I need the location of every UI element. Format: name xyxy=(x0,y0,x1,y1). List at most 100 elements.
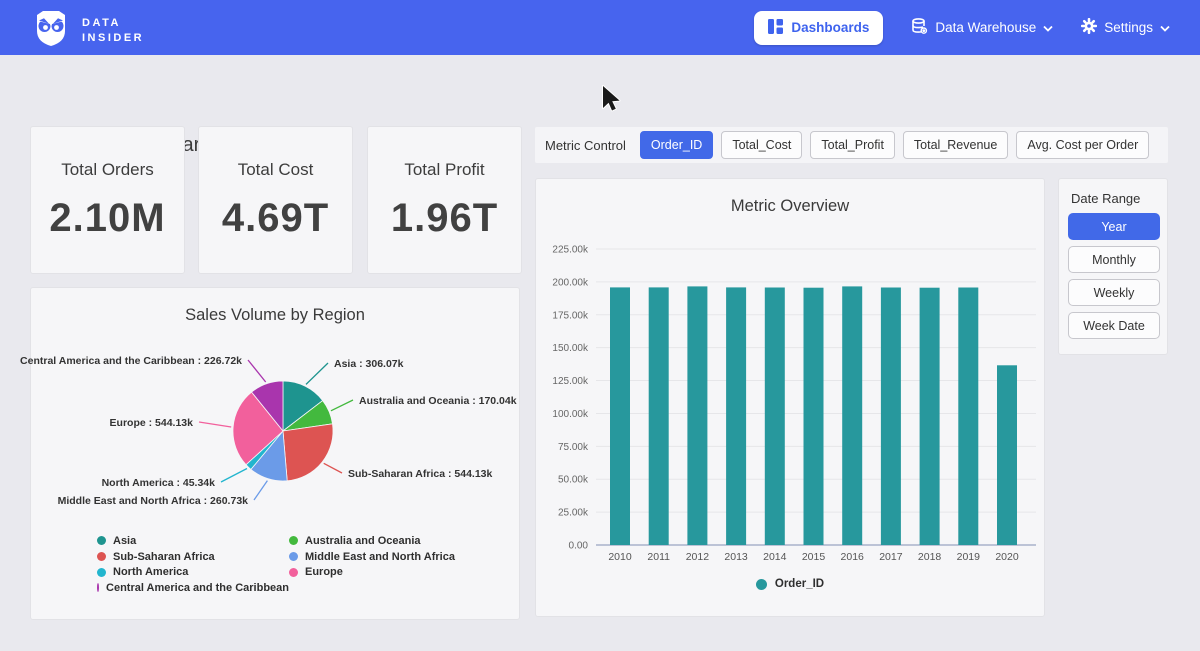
metric-chip-total-revenue[interactable]: Total_Revenue xyxy=(903,131,1008,159)
dashboards-icon xyxy=(768,19,783,37)
bar-2010[interactable] xyxy=(610,287,630,545)
page-header: Sales Dashboard Add Filter Boost: Off xyxy=(0,55,1200,120)
pie-chart-title: Sales Volume by Region xyxy=(31,288,519,325)
metric-chip-avg-cost-per-order[interactable]: Avg. Cost per Order xyxy=(1016,131,1149,159)
legend-dot xyxy=(97,568,106,577)
metric-chip-total-profit[interactable]: Total_Profit xyxy=(810,131,895,159)
bar-2013[interactable] xyxy=(726,287,746,545)
navbar-menu: Dashboards Data Warehouse xyxy=(754,0,1170,55)
date-range-label: Date Range xyxy=(1071,191,1140,206)
pie-chart: Asia : 306.07k Australia and Oceania : 17… xyxy=(31,336,519,534)
settings-gear-icon xyxy=(1081,18,1097,37)
y-axis-tick: 175.00k xyxy=(552,310,589,321)
date-range-panel: Date Range Year Monthly Weekly Week Date xyxy=(1058,178,1168,355)
nav-dashboards-button[interactable]: Dashboards xyxy=(754,11,883,45)
bar-2020[interactable] xyxy=(997,365,1017,545)
metric-control-bar: Metric Control Order_ID Total_Cost Total… xyxy=(535,127,1168,163)
date-range-week-date-button[interactable]: Week Date xyxy=(1068,312,1160,339)
metric-chip-order-id[interactable]: Order_ID xyxy=(640,131,713,159)
pie-legend-column-2: Australia and Oceania Middle East and Nor… xyxy=(289,533,455,596)
kpi-label: Total Orders xyxy=(61,160,154,180)
legend-label: North America xyxy=(113,566,188,578)
x-axis-tick: 2018 xyxy=(918,551,942,563)
pie-label-connector xyxy=(306,363,328,384)
kpi-card-total-profit: Total Profit 1.96T xyxy=(367,126,522,274)
pie-slice-label: Sub-Saharan Africa : 544.13k xyxy=(348,468,492,480)
nav-data-warehouse-button[interactable]: Data Warehouse xyxy=(911,18,1053,38)
pie-legend: Asia Sub-Saharan Africa North America Centr… xyxy=(97,533,455,596)
x-axis-tick: 2010 xyxy=(608,551,632,563)
x-axis-tick: 2012 xyxy=(686,551,710,563)
brand[interactable]: DATA INSIDER xyxy=(30,7,144,54)
legend-label: Sub-Saharan Africa xyxy=(113,551,215,563)
bar-2019[interactable] xyxy=(958,288,978,546)
bar-2011[interactable] xyxy=(649,287,669,545)
legend-dot xyxy=(97,583,99,592)
bar-2018[interactable] xyxy=(920,288,940,545)
pie-legend-item-europe[interactable]: Europe xyxy=(289,564,455,580)
date-range-weekly-button[interactable]: Weekly xyxy=(1068,279,1160,306)
pie-label-connector xyxy=(324,463,342,473)
y-axis-tick: 100.00k xyxy=(552,409,589,420)
pie-legend-item-sub-saharan-africa[interactable]: Sub-Saharan Africa xyxy=(97,549,289,565)
bar-2017[interactable] xyxy=(881,288,901,546)
y-axis-tick: 125.00k xyxy=(552,376,589,387)
bar-legend-label: Order_ID xyxy=(775,578,824,590)
pie-label-connector xyxy=(199,422,231,427)
y-axis-tick: 75.00k xyxy=(558,442,589,453)
owl-logo-icon xyxy=(30,7,72,54)
chevron-down-icon xyxy=(1043,20,1053,35)
y-axis-tick: 50.00k xyxy=(558,475,589,486)
sales-dashboard-app: DATA INSIDER Dashboards xyxy=(0,0,1200,651)
kpi-value: 2.10M xyxy=(49,196,165,241)
bar-2012[interactable] xyxy=(687,286,707,545)
pie-slice-label: Australia and Oceania : 170.04k xyxy=(359,395,517,407)
pie-legend-item-middle-east-and-north-africa[interactable]: Middle East and North Africa xyxy=(289,549,455,565)
pie-legend-item-north-america[interactable]: North America xyxy=(97,564,289,580)
data-warehouse-icon xyxy=(911,18,928,38)
bar-2016[interactable] xyxy=(842,286,862,545)
pie-legend-item-australia-and-oceania[interactable]: Australia and Oceania xyxy=(289,533,455,549)
x-axis-tick: 2011 xyxy=(647,551,670,563)
nav-settings-button[interactable]: Settings xyxy=(1081,18,1170,37)
brand-text: DATA INSIDER xyxy=(82,16,144,46)
pie-label-connector xyxy=(254,481,267,500)
y-axis-tick: 225.00k xyxy=(552,245,589,256)
kpi-value: 4.69T xyxy=(222,196,329,241)
pie-legend-item-central-america-and-the-caribbean[interactable]: Central America and the Caribbean xyxy=(97,580,289,596)
top-navbar: DATA INSIDER Dashboards xyxy=(0,0,1200,55)
pie-legend-item-asia[interactable]: Asia xyxy=(97,533,289,549)
pie-slice-label: Asia : 306.07k xyxy=(334,358,404,370)
pie-slice-label: Middle East and North Africa : 260.73k xyxy=(58,495,249,507)
legend-dot xyxy=(97,552,106,561)
legend-dot xyxy=(97,536,106,545)
pie-slice-label: North America : 45.34k xyxy=(102,477,216,489)
kpi-card-total-orders: Total Orders 2.10M xyxy=(30,126,185,274)
pie-slice-label: Central America and the Caribbean : 226.… xyxy=(20,355,242,367)
kpi-label: Total Cost xyxy=(238,160,314,180)
y-axis-tick: 25.00k xyxy=(558,508,589,519)
legend-label: Asia xyxy=(113,535,136,547)
date-range-year-button[interactable]: Year xyxy=(1068,213,1160,240)
legend-label: Central America and the Caribbean xyxy=(106,582,289,594)
pie-label-connector xyxy=(221,469,247,483)
x-axis-tick: 2013 xyxy=(724,551,748,563)
x-axis-tick: 2016 xyxy=(841,551,865,563)
x-axis-tick: 2015 xyxy=(802,551,826,563)
pie-slice-sub-saharan-africa[interactable] xyxy=(283,424,333,481)
bar-legend-dot xyxy=(756,579,767,590)
pie-label-connector xyxy=(331,400,353,411)
sales-volume-by-region-panel: Sales Volume by Region Asia : 306.07k Aus… xyxy=(30,287,520,620)
bar-2014[interactable] xyxy=(765,288,785,546)
kpi-card-total-cost: Total Cost 4.69T xyxy=(198,126,353,274)
pie-label-connector xyxy=(248,360,266,382)
bar-2015[interactable] xyxy=(804,288,824,545)
legend-dot xyxy=(289,568,298,577)
legend-dot xyxy=(289,552,298,561)
date-range-monthly-button[interactable]: Monthly xyxy=(1068,246,1160,273)
metric-chip-total-cost[interactable]: Total_Cost xyxy=(721,131,802,159)
chevron-down-icon xyxy=(1160,20,1170,35)
y-axis-tick: 0.00 xyxy=(569,541,589,552)
bar-chart: 0.0025.00k50.00k75.00k100.00k125.00k150.… xyxy=(536,179,1044,571)
legend-label: Australia and Oceania xyxy=(305,535,421,547)
